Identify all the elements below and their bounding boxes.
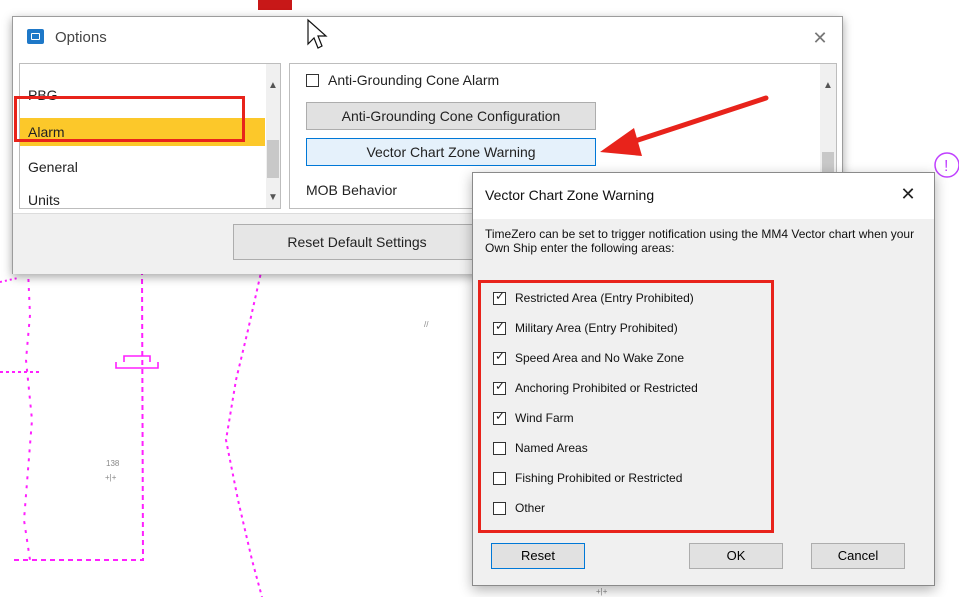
anti-grounding-alarm-label: Anti-Grounding Cone Alarm: [328, 72, 500, 88]
area-label: Restricted Area (Entry Prohibited): [515, 291, 694, 305]
area-label: Other: [515, 501, 546, 515]
reset-default-settings-button[interactable]: Reset Default Settings: [233, 224, 481, 260]
chart-symbol: [115, 355, 159, 369]
scroll-thumb[interactable]: [267, 140, 279, 178]
vector-chart-zone-warning-button[interactable]: Vector Chart Zone Warning: [306, 138, 596, 166]
alarm-highlight-annotation: [14, 96, 245, 142]
scroll-down-icon[interactable]: ▼: [266, 190, 280, 206]
ok-button[interactable]: OK: [689, 543, 783, 569]
areas-highlight-annotation: [478, 280, 774, 533]
checkbox-icon[interactable]: ✓: [493, 410, 506, 425]
scroll-up-icon[interactable]: ▲: [266, 78, 280, 94]
scroll-up-icon[interactable]: ▲: [821, 78, 835, 94]
checkbox-icon[interactable]: ✓: [493, 350, 506, 365]
red-arrow: [600, 95, 769, 156]
chart-mark: +|+: [105, 473, 117, 482]
app-icon: [27, 29, 44, 44]
checkbox-icon[interactable]: [493, 472, 506, 485]
checkbox-icon[interactable]: [493, 502, 506, 515]
category-scrollbar[interactable]: ▲ ▼: [266, 64, 280, 208]
checkbox-icon[interactable]: [493, 442, 506, 455]
close-icon[interactable]: ✕: [893, 179, 923, 209]
category-item-general[interactable]: General: [20, 153, 265, 181]
chart-boundary-line: [22, 269, 34, 561]
chart-mark: +|+: [596, 587, 608, 596]
chart-boundary-line: [10, 269, 145, 561]
options-title: Options: [55, 29, 107, 46]
area-label: Fishing Prohibited or Restricted: [515, 471, 683, 485]
chart-boundary-line: [224, 267, 263, 597]
cursor-icon: [307, 18, 328, 49]
area-label: Anchoring Prohibited or Restricted: [515, 381, 698, 395]
warning-icon-glyph: !: [944, 158, 948, 175]
depth-sounding: 138: [106, 459, 120, 468]
chart-mark: //: [424, 320, 429, 329]
reset-button[interactable]: Reset: [491, 543, 585, 569]
vector-chart-zone-warning-dialog: Vector Chart Zone Warning ✕ TimeZero can…: [472, 172, 935, 586]
close-icon[interactable]: ✕: [805, 23, 835, 53]
chart-boundary-line: [0, 277, 19, 283]
anti-grounding-config-button[interactable]: Anti-Grounding Cone Configuration: [306, 102, 596, 130]
anti-grounding-alarm-checkbox[interactable]: [306, 74, 319, 87]
options-title-bar[interactable]: Options ✕: [13, 17, 842, 59]
chart-marker: [258, 0, 292, 10]
dialog-body: TimeZero can be set to trigger notificat…: [473, 219, 934, 585]
area-label: Speed Area and No Wake Zone: [515, 351, 684, 365]
area-label: Wind Farm: [515, 411, 574, 425]
mob-behavior-label: MOB Behavior: [306, 182, 398, 198]
area-label: Named Areas: [515, 441, 588, 455]
checkbox-icon[interactable]: ✓: [493, 320, 506, 335]
checkbox-icon[interactable]: ✓: [493, 290, 506, 305]
dialog-title: Vector Chart Zone Warning: [485, 187, 655, 203]
category-item-units[interactable]: Units: [20, 186, 265, 208]
area-label: Military Area (Entry Prohibited): [515, 321, 678, 335]
dialog-description: TimeZero can be set to trigger notificat…: [485, 227, 915, 255]
checkbox-icon[interactable]: ✓: [493, 380, 506, 395]
cancel-button[interactable]: Cancel: [811, 543, 905, 569]
